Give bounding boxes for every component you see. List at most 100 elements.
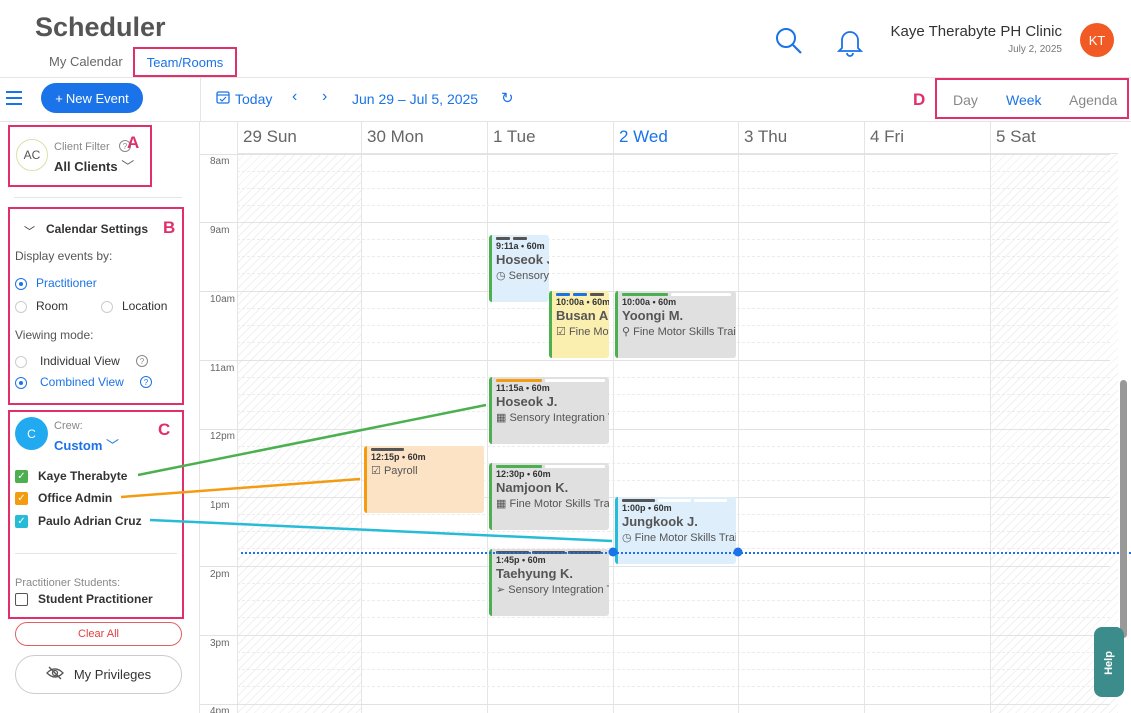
checkbox-kaye-therabyte[interactable]: ✓ xyxy=(15,470,28,483)
event-card[interactable]: 9:11a • 60m Hoseok J. ◷ Sensory Integrat… xyxy=(489,235,549,302)
radio-room[interactable] xyxy=(15,301,27,313)
tab-team-rooms[interactable]: Team/Rooms xyxy=(133,47,237,77)
help-icon[interactable]: ? xyxy=(136,355,148,367)
event-time: 12:30p • 60m xyxy=(496,469,551,479)
user-avatar[interactable]: KT xyxy=(1080,23,1114,57)
hour-line xyxy=(200,222,1110,223)
client-avatar: AC xyxy=(16,139,48,171)
date-range: Jun 29 – Jul 5, 2025 xyxy=(352,91,479,107)
today-button[interactable]: Today xyxy=(216,90,272,107)
quarter-line xyxy=(237,583,1110,584)
time-label: 3pm xyxy=(210,638,230,649)
time-label: 10am xyxy=(210,294,236,305)
crew-label: Crew: xyxy=(54,420,83,432)
new-event-button[interactable]: + New Event xyxy=(41,83,143,113)
checkbox-paulo-adrian-cruz[interactable]: ✓ xyxy=(15,515,28,528)
current-time-line xyxy=(241,552,1131,554)
sidebar: AC Client Filter ? All Clients ﹀ A ﹀ Cal… xyxy=(0,122,200,713)
combined-view-label[interactable]: Combined View xyxy=(40,375,124,389)
radio-location[interactable] xyxy=(101,301,113,313)
marker-c: C xyxy=(158,420,171,439)
crew-member-name[interactable]: Office Admin xyxy=(38,491,112,505)
clinic-name: Kaye Therabyte PH Clinic xyxy=(890,23,1062,40)
event-service: ⚲ Fine Motor Skills Training xyxy=(622,326,736,338)
crew-member-name[interactable]: Paulo Adrian Cruz xyxy=(38,514,142,528)
viewing-mode-label: Viewing mode: xyxy=(15,328,94,342)
bell-icon[interactable] xyxy=(836,27,864,62)
help-label: Help xyxy=(1102,651,1115,675)
chevron-down-icon[interactable]: ﹀ xyxy=(24,223,35,239)
refresh-icon[interactable]: ↻ xyxy=(501,89,514,107)
marker-d: D xyxy=(913,90,926,109)
marker-b: B xyxy=(163,218,176,237)
event-card[interactable]: 10:00a • 60m Busan Ar ☑ Fine Motor Skill… xyxy=(549,291,609,358)
calendar-icon: ▦ xyxy=(496,412,507,424)
practitioner-label[interactable]: Practitioner xyxy=(36,276,97,290)
individual-view-label[interactable]: Individual View xyxy=(40,354,120,368)
student-name[interactable]: Student Practitioner xyxy=(38,592,153,606)
client-filter-label: Client Filter xyxy=(54,141,110,153)
column-line xyxy=(237,154,238,713)
scrollbar[interactable] xyxy=(1120,380,1127,638)
event-status-bars xyxy=(496,379,605,382)
view-agenda[interactable]: Agenda xyxy=(1069,92,1117,108)
view-week[interactable]: Week xyxy=(1006,92,1042,108)
day-header[interactable]: 29 Sun xyxy=(237,122,361,154)
checkbox-office-admin[interactable]: ✓ xyxy=(15,492,28,505)
event-client: Hoseok J. xyxy=(496,252,549,267)
calendar-settings-box: ﹀ Calendar Settings Display events by: P… xyxy=(8,207,184,405)
radio-individual-view[interactable] xyxy=(15,356,27,368)
day-header-today[interactable]: 2 Wed xyxy=(613,122,738,154)
event-status-bars xyxy=(622,499,727,502)
clear-all-button[interactable]: Clear All xyxy=(15,622,182,646)
calendar-settings-title[interactable]: Calendar Settings xyxy=(46,222,148,236)
location-label[interactable]: Location xyxy=(122,299,167,313)
prev-week-icon[interactable]: ‹ xyxy=(292,88,297,106)
day-header[interactable]: 5 Sat xyxy=(990,122,1118,154)
event-card[interactable]: 12:15p • 60m ☑ Payroll xyxy=(364,446,484,513)
quarter-line xyxy=(237,669,1110,670)
radio-practitioner[interactable] xyxy=(15,278,27,290)
column-line xyxy=(361,154,362,713)
radio-combined-view[interactable] xyxy=(15,377,27,389)
day-header[interactable]: 4 Fri xyxy=(864,122,990,154)
crew-value[interactable]: Custom ﹀ xyxy=(54,435,119,454)
room-label[interactable]: Room xyxy=(36,299,68,313)
event-client: Namjoon K. xyxy=(496,480,569,495)
quarter-line xyxy=(237,377,1110,378)
help-icon[interactable]: ? xyxy=(140,376,152,388)
crew-avatar: C xyxy=(15,417,48,450)
day-header[interactable]: 3 Thu xyxy=(738,122,864,154)
event-service: ☑ Fine Motor Skills xyxy=(556,326,609,338)
checkbox-student-practitioner[interactable] xyxy=(15,593,28,606)
toolbar-divider xyxy=(200,78,201,122)
my-privileges-label: My Privileges xyxy=(73,667,152,682)
event-card[interactable]: 1:45p • 60m Taehyung K. ➢ Sensory Integr… xyxy=(489,549,609,616)
help-button[interactable]: Help xyxy=(1094,627,1124,697)
event-client: Busan Ar xyxy=(556,308,609,323)
search-icon[interactable] xyxy=(774,26,804,61)
crew-member-name[interactable]: Kaye Therabyte xyxy=(38,469,127,483)
menu-icon[interactable] xyxy=(6,91,22,105)
marker-a: A xyxy=(127,133,140,152)
event-status-bars xyxy=(371,448,404,451)
next-week-icon[interactable]: › xyxy=(322,88,327,106)
tab-my-calendar[interactable]: My Calendar xyxy=(49,54,123,69)
event-card[interactable]: 12:30p • 60m Namjoon K. ▦ Fine Motor Ski… xyxy=(489,463,609,530)
clock-icon: ◷ xyxy=(622,532,632,544)
event-card[interactable]: 11:15a • 60m Hoseok J. ▦ Sensory Integra… xyxy=(489,377,609,444)
day-header[interactable]: 1 Tue xyxy=(487,122,613,154)
client-filter-value[interactable]: All Clients ﹀ xyxy=(54,156,134,175)
event-status-bars xyxy=(496,465,605,468)
quarter-line xyxy=(237,411,1110,412)
view-day[interactable]: Day xyxy=(953,92,978,108)
chevron-down-icon: ﹀ xyxy=(121,159,135,174)
my-privileges-button[interactable]: My Privileges xyxy=(15,655,182,694)
event-service: ➢ Sensory Integration Therapy xyxy=(496,584,609,596)
quarter-line xyxy=(237,171,1110,172)
hour-line xyxy=(200,429,1110,430)
event-card[interactable]: 10:00a • 60m Yoongi M. ⚲ Fine Motor Skil… xyxy=(615,291,736,358)
quarter-line xyxy=(237,686,1110,687)
day-header[interactable]: 30 Mon xyxy=(361,122,487,154)
quarter-line xyxy=(237,188,1110,189)
